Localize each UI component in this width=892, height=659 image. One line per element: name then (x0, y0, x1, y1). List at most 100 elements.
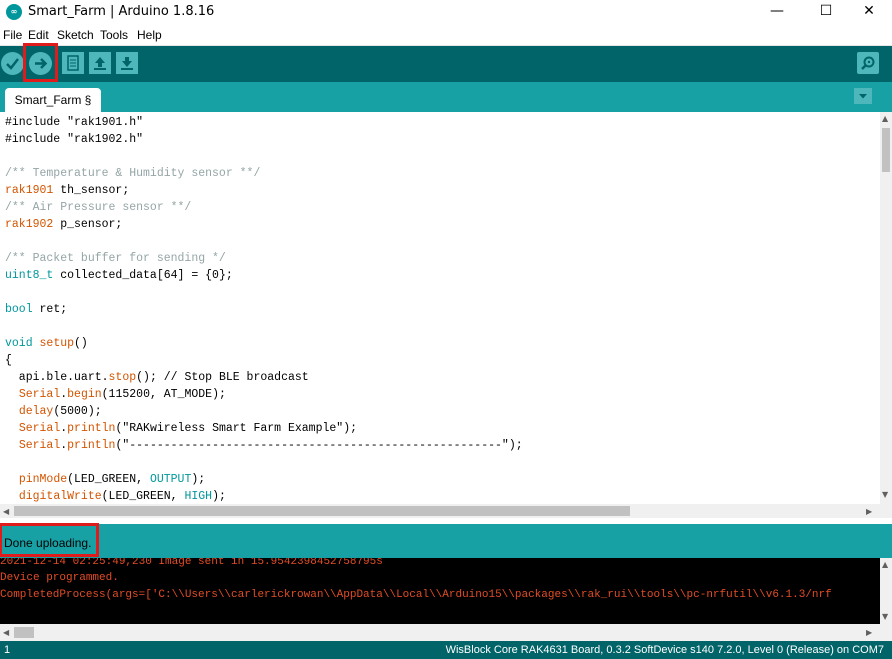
code-line: void setup() (5, 335, 88, 352)
code-token: (5000); (53, 405, 102, 418)
code-token: (); // Stop BLE broadcast (136, 371, 309, 384)
code-token: th_sensor; (53, 184, 130, 197)
code-line: api.ble.uart.stop(); // Stop BLE broadca… (5, 369, 309, 386)
tab-smart-farm[interactable]: Smart_Farm § (5, 88, 101, 112)
menu-tools[interactable]: Tools (100, 28, 128, 42)
code-token: /** Packet buffer for sending */ (5, 252, 226, 265)
editor-horizontal-scrollbar[interactable]: ◀ ▶ (0, 504, 892, 518)
code-editor[interactable]: #include "rak1901.h" #include "rak1902.h"… (0, 112, 880, 504)
console-horizontal-scrollbar[interactable]: ◀ ▶ (0, 624, 892, 641)
scroll-right-arrow-icon[interactable]: ▶ (866, 628, 872, 637)
save-icon (121, 57, 133, 70)
code-token: api.ble.uart. (5, 371, 109, 384)
tab-menu-button[interactable] (854, 88, 872, 104)
editor-horizontal-thumb[interactable] (14, 506, 630, 516)
code-line: Serial.begin(115200, AT_MODE); (5, 386, 226, 403)
upload-highlight (23, 43, 58, 82)
code-token: ); (191, 473, 206, 486)
console-output: 2021-12-14 02:25:49,230 Image sent in 15… (0, 558, 880, 624)
code-line: Serial.println("RAKwireless Smart Farm E… (5, 420, 357, 437)
minimize-button[interactable]: — (754, 0, 800, 24)
code-token: bool (5, 303, 33, 316)
code-token: #include "rak1901.h" (5, 116, 144, 129)
code-line: /** Temperature & Humidity sensor **/ (5, 165, 260, 182)
verify-icon (6, 58, 19, 70)
scroll-left-arrow-icon[interactable]: ◀ (3, 628, 9, 637)
console-horizontal-thumb[interactable] (14, 627, 34, 638)
code-line: Serial.println("------------------------… (5, 437, 523, 454)
code-token: HIGH (184, 490, 213, 503)
code-line: /** Air Pressure sensor **/ (5, 199, 191, 216)
menu-sketch[interactable]: Sketch (57, 28, 94, 42)
scroll-down-arrow-icon[interactable]: ▼ (882, 612, 888, 621)
scroll-up-arrow-icon[interactable]: ▲ (882, 560, 888, 569)
code-token: ("--------------------------------------… (115, 439, 523, 452)
verify-button[interactable] (1, 52, 24, 75)
board-info: WisBlock Core RAK4631 Board, 0.3.2 SoftD… (445, 644, 884, 656)
code-token: { (5, 354, 12, 367)
tab-bar: Smart_Farm § (0, 82, 892, 112)
code-token: #include "rak1902.h" (5, 133, 144, 146)
window-title: Smart_Farm | Arduino 1.8.16 (28, 4, 215, 19)
maximize-button[interactable]: ☐ (803, 0, 849, 24)
console-line: Device programmed. (0, 572, 119, 584)
serial-monitor-icon (861, 56, 875, 70)
code-token: Serial (18, 422, 61, 435)
code-line: delay(5000); (5, 403, 102, 420)
menu-edit[interactable]: Edit (28, 28, 49, 42)
new-icon (67, 55, 79, 71)
editor-vertical-thumb[interactable] (882, 128, 890, 172)
code-token: delay (18, 405, 54, 418)
code-token: (LED_GREEN, (101, 490, 185, 503)
code-token: ret; (32, 303, 68, 316)
code-line: rak1902 p_sensor; (5, 216, 122, 233)
code-token: OUTPUT (149, 473, 192, 486)
code-token: ("RAKwireless Smart Farm Example"); (115, 422, 357, 435)
code-token: digitalWrite (18, 490, 102, 503)
scroll-up-arrow-icon[interactable]: ▲ (882, 114, 888, 123)
code-token: p_sensor; (53, 218, 123, 231)
scroll-left-arrow-icon[interactable]: ◀ (3, 507, 9, 516)
scroll-down-arrow-icon[interactable]: ▼ (882, 490, 888, 499)
code-line: #include "rak1902.h" (5, 131, 143, 148)
toolbar (0, 43, 892, 82)
code-token: setup (39, 337, 75, 350)
open-button[interactable] (89, 52, 111, 74)
chevron-down-icon (859, 94, 867, 99)
code-line: #include "rak1901.h" (5, 114, 143, 131)
code-token: Serial (18, 439, 61, 452)
code-token: /** Temperature & Humidity sensor **/ (5, 167, 261, 180)
code-line: /** Packet buffer for sending */ (5, 250, 226, 267)
code-line: digitalWrite(LED_GREEN, HIGH); (5, 488, 226, 504)
editor-vertical-scrollbar[interactable]: ▲ ▼ (880, 112, 892, 504)
menu-help[interactable]: Help (137, 28, 162, 42)
code-token: Serial (18, 388, 61, 401)
code-line: { (5, 352, 12, 369)
menu-file[interactable]: File (3, 28, 22, 42)
code-line: rak1901 th_sensor; (5, 182, 129, 199)
code-token: (LED_GREEN, (67, 473, 150, 486)
code-token: (115200, AT_MODE); (101, 388, 226, 401)
arduino-logo-icon: ∞ (6, 4, 22, 20)
code-token: void (5, 337, 33, 350)
scroll-right-arrow-icon[interactable]: ▶ (866, 507, 872, 516)
serial-monitor-button[interactable] (857, 52, 879, 74)
code-token: /** Air Pressure sensor **/ (5, 201, 192, 214)
status-highlight (0, 523, 99, 557)
code-token: ); (212, 490, 226, 503)
open-icon (94, 57, 106, 70)
new-button[interactable] (62, 52, 84, 74)
console-vertical-scrollbar[interactable]: ▲ ▼ (880, 558, 892, 624)
save-button[interactable] (116, 52, 138, 74)
close-button[interactable]: ✕ (846, 0, 892, 24)
code-token: collected_data[64] = {0}; (53, 269, 233, 282)
code-token: stop (108, 371, 137, 384)
code-line: bool ret; (5, 301, 67, 318)
code-token: println (67, 439, 116, 452)
